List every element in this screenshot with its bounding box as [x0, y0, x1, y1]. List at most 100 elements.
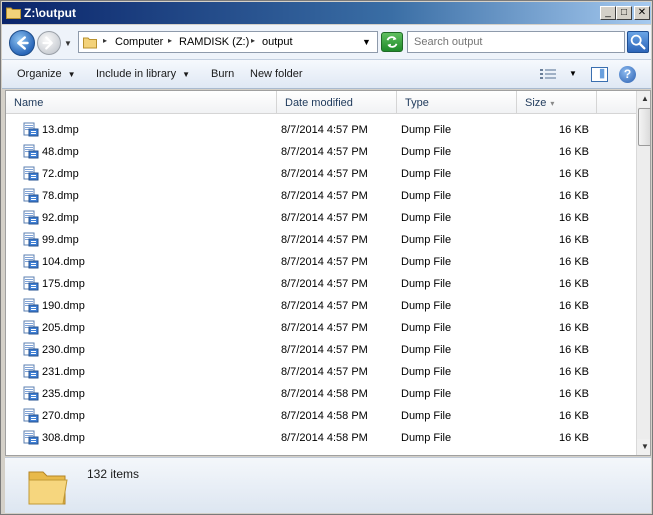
search-box[interactable] [407, 31, 625, 53]
file-date: 8/7/2014 4:57 PM [281, 212, 368, 224]
dump-file-icon [23, 254, 39, 269]
close-button[interactable]: ✕ [634, 6, 650, 20]
file-name: 231.dmp [42, 366, 85, 378]
file-type: Dump File [401, 388, 452, 400]
column-header-type[interactable]: Type [397, 91, 517, 114]
file-size: 16 KB [559, 190, 589, 202]
file-row[interactable]: 13.dmp 8/7/2014 4:57 PM Dump File 16 KB [6, 119, 636, 141]
file-date: 8/7/2014 4:58 PM [281, 410, 368, 422]
file-type: Dump File [401, 256, 452, 268]
details-pane: 132 items [5, 457, 651, 513]
folder-icon [83, 37, 97, 49]
file-size: 16 KB [559, 256, 589, 268]
minimize-button[interactable]: _ [600, 6, 616, 20]
dump-file-icon [23, 430, 39, 445]
file-type: Dump File [401, 212, 452, 224]
file-row[interactable]: 104.dmp 8/7/2014 4:57 PM Dump File 16 KB [6, 251, 636, 273]
organize-menu[interactable]: Organize ▼ [17, 68, 76, 80]
file-date: 8/7/2014 4:57 PM [281, 234, 368, 246]
item-count: 132 items [87, 467, 140, 481]
maximize-button[interactable]: □ [616, 6, 632, 20]
folder-icon [6, 7, 21, 19]
breadcrumb-ramdisk[interactable]: RAMDISK (Z:) [179, 36, 249, 48]
dump-file-icon [23, 144, 39, 159]
file-row[interactable]: 190.dmp 8/7/2014 4:57 PM Dump File 16 KB [6, 295, 636, 317]
file-date: 8/7/2014 4:57 PM [281, 146, 368, 158]
file-name: 190.dmp [42, 300, 85, 312]
column-header-date[interactable]: Date modified [277, 91, 397, 114]
column-header-date-label: Date modified [285, 97, 353, 109]
address-dropdown-icon[interactable]: ▼ [362, 37, 371, 47]
forward-button[interactable] [37, 31, 61, 55]
column-header-name[interactable]: Name [6, 91, 277, 114]
preview-pane-icon[interactable] [591, 67, 608, 82]
file-type: Dump File [401, 410, 452, 422]
breadcrumb-separator[interactable]: ▸ [103, 36, 107, 45]
column-header-name-label: Name [14, 97, 44, 109]
file-row[interactable]: 231.dmp 8/7/2014 4:57 PM Dump File 16 KB [6, 361, 636, 383]
breadcrumb-computer[interactable]: Computer [115, 36, 163, 48]
view-dropdown-icon[interactable]: ▼ [569, 69, 577, 78]
file-row[interactable]: 205.dmp 8/7/2014 4:57 PM Dump File 16 KB [6, 317, 636, 339]
dump-file-icon [23, 364, 39, 379]
breadcrumb-output[interactable]: output [262, 36, 293, 48]
history-dropdown-icon[interactable]: ▼ [64, 39, 72, 48]
file-name: 270.dmp [42, 410, 85, 422]
file-row[interactable]: 270.dmp 8/7/2014 4:58 PM Dump File 16 KB [6, 405, 636, 427]
file-size: 16 KB [559, 146, 589, 158]
help-icon[interactable]: ? [619, 66, 636, 83]
refresh-button[interactable] [381, 32, 403, 52]
breadcrumb-separator[interactable]: ▸ [251, 36, 255, 45]
file-row[interactable]: 99.dmp 8/7/2014 4:57 PM Dump File 16 KB [6, 229, 636, 251]
dump-file-icon [23, 386, 39, 401]
address-bar[interactable]: ▸ Computer ▸ RAMDISK (Z:) ▸ output ▼ [78, 31, 378, 53]
file-row[interactable]: 308.dmp 8/7/2014 4:58 PM Dump File 16 KB [6, 427, 636, 449]
file-row[interactable]: 48.dmp 8/7/2014 4:57 PM Dump File 16 KB [6, 141, 636, 163]
file-row[interactable]: 235.dmp 8/7/2014 4:58 PM Dump File 16 KB [6, 383, 636, 405]
chevron-down-icon: ▼ [67, 70, 76, 79]
file-size: 16 KB [559, 388, 589, 400]
view-options-icon[interactable] [540, 68, 556, 81]
dump-file-icon [23, 122, 39, 137]
new-folder-button[interactable]: New folder [250, 68, 303, 80]
file-date: 8/7/2014 4:57 PM [281, 256, 368, 268]
file-date: 8/7/2014 4:58 PM [281, 432, 368, 444]
file-row[interactable]: 92.dmp 8/7/2014 4:57 PM Dump File 16 KB [6, 207, 636, 229]
vertical-scrollbar[interactable]: ▲ ▼ [636, 91, 650, 455]
file-row[interactable]: 78.dmp 8/7/2014 4:57 PM Dump File 16 KB [6, 185, 636, 207]
file-type: Dump File [401, 322, 452, 334]
file-type: Dump File [401, 300, 452, 312]
dump-file-icon [23, 320, 39, 335]
title-bar[interactable]: Z:\output _ □ ✕ [2, 2, 651, 24]
search-button[interactable] [627, 31, 649, 53]
file-size: 16 KB [559, 278, 589, 290]
scroll-down-button[interactable]: ▼ [637, 439, 650, 455]
file-name: 205.dmp [42, 322, 85, 334]
file-date: 8/7/2014 4:57 PM [281, 300, 368, 312]
search-input[interactable] [408, 32, 624, 52]
file-date: 8/7/2014 4:57 PM [281, 344, 368, 356]
file-name: 48.dmp [42, 146, 79, 158]
file-size: 16 KB [559, 410, 589, 422]
file-row[interactable]: 72.dmp 8/7/2014 4:57 PM Dump File 16 KB [6, 163, 636, 185]
file-list[interactable]: Name Date modified Type Size ▾ 13.dmp 8/7/… [5, 90, 651, 456]
file-size: 16 KB [559, 366, 589, 378]
include-in-library-label: Include in library [96, 68, 177, 80]
dump-file-icon [23, 188, 39, 203]
file-row[interactable]: 175.dmp 8/7/2014 4:57 PM Dump File 16 KB [6, 273, 636, 295]
burn-button[interactable]: Burn [211, 68, 234, 80]
scroll-thumb[interactable] [638, 108, 650, 146]
file-date: 8/7/2014 4:57 PM [281, 124, 368, 136]
file-row[interactable]: 230.dmp 8/7/2014 4:57 PM Dump File 16 KB [6, 339, 636, 361]
sort-indicator-icon: ▾ [550, 99, 555, 108]
scroll-up-button[interactable]: ▲ [637, 91, 650, 107]
file-name: 235.dmp [42, 388, 85, 400]
file-name: 308.dmp [42, 432, 85, 444]
include-in-library-menu[interactable]: Include in library ▼ [96, 68, 190, 80]
preview-pane-glyph [599, 68, 605, 79]
file-type: Dump File [401, 168, 452, 180]
file-date: 8/7/2014 4:57 PM [281, 168, 368, 180]
column-header-size[interactable]: Size ▾ [517, 91, 597, 114]
back-button[interactable] [9, 30, 35, 56]
breadcrumb-separator[interactable]: ▸ [168, 36, 172, 45]
